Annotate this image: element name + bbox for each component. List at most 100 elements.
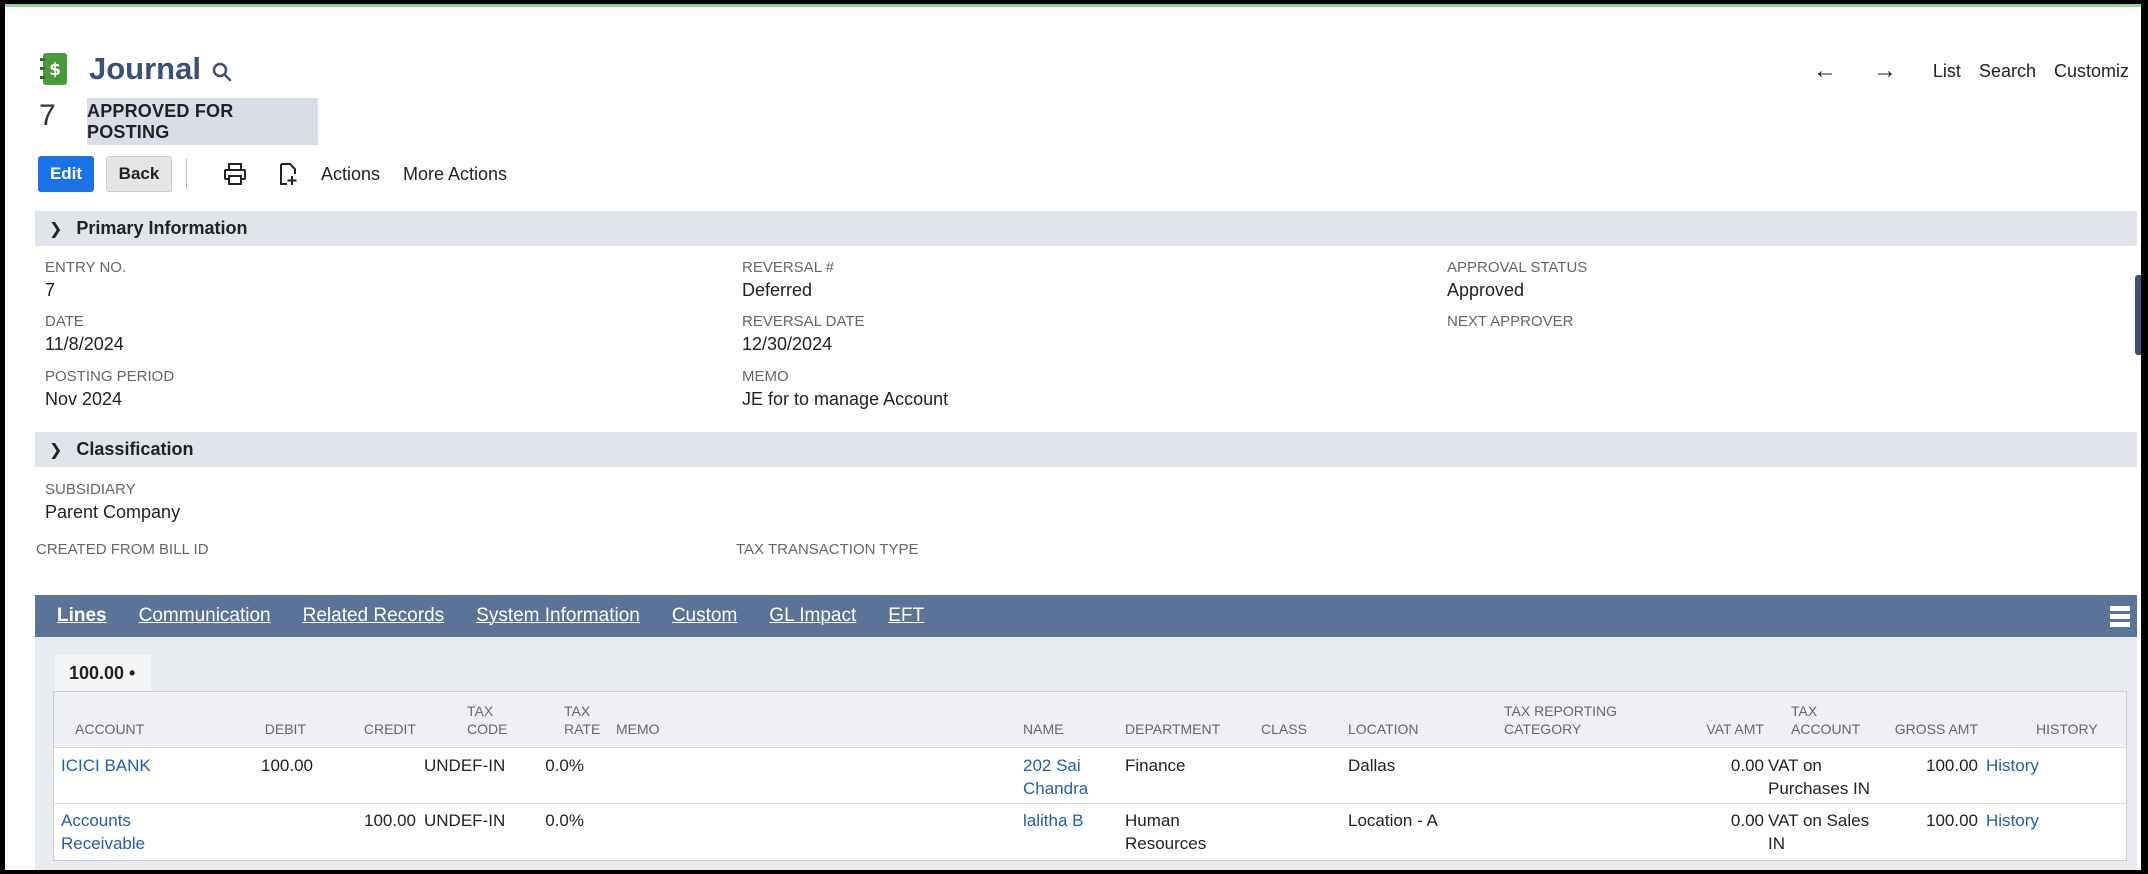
- journal-record-icon: $: [40, 53, 67, 85]
- col-class[interactable]: CLASS: [1261, 720, 1307, 738]
- hamburger-menu-icon[interactable]: [2109, 604, 2131, 628]
- approval-status-value: Approved: [1447, 280, 1525, 300]
- col-name[interactable]: NAME: [1023, 720, 1063, 738]
- gross-amt-cell: 100.00: [1926, 756, 1978, 775]
- tax-transaction-type-label: TAX TRANSACTION TYPE: [736, 541, 919, 558]
- location-cell: Dallas: [1348, 756, 1396, 775]
- name-link-line1: 202 Sai: [1023, 756, 1081, 775]
- tab-eft[interactable]: EFT: [888, 605, 924, 627]
- tab-lines[interactable]: Lines: [57, 605, 107, 627]
- col-memo[interactable]: MEMO: [616, 720, 660, 738]
- name-link[interactable]: lalitha B: [1023, 809, 1083, 832]
- department-line1: Finance: [1125, 756, 1186, 775]
- department-cell: Human Resources: [1125, 809, 1206, 855]
- print-icon[interactable]: [223, 162, 247, 186]
- col-tax-account-line2: ACCOUNT: [1791, 721, 1861, 737]
- col-history[interactable]: HISTORY: [2036, 720, 2098, 738]
- col-tax-code[interactable]: TAX CODE: [467, 702, 507, 738]
- col-tax-code-line2: CODE: [467, 721, 508, 737]
- department-line2: Resources: [1125, 834, 1207, 853]
- col-tax-reporting-line2: CATEGORY: [1504, 721, 1582, 737]
- account-link-line1: ICICI BANK: [61, 756, 151, 775]
- account-link-line1: Accounts: [61, 811, 131, 830]
- tax-account-cell: VAT on Purchases IN: [1768, 754, 1870, 800]
- col-debit[interactable]: DEBIT: [234, 720, 306, 738]
- col-tax-reporting-line1: TAX REPORTING: [1504, 703, 1618, 719]
- reversal-no-value: Deferred: [742, 280, 813, 300]
- tab-communication[interactable]: Communication: [139, 605, 271, 627]
- tax-account-line1: VAT on Sales: [1768, 811, 1870, 830]
- next-arrow-icon[interactable]: →: [1873, 59, 1897, 83]
- col-location[interactable]: LOCATION: [1348, 720, 1419, 738]
- tax-rate-cell: 0.0%: [545, 756, 584, 775]
- approval-status-label: APPROVAL STATUS: [1447, 259, 1588, 276]
- table-row[interactable]: ICICI BANK 100.00 UNDEF-IN 0.0% 202 Sai …: [54, 749, 2126, 803]
- status-badge: APPROVED FOR POSTING: [87, 98, 318, 145]
- reversal-date-value: 12/30/2024: [742, 334, 833, 354]
- credit-cell: 100.00: [364, 811, 416, 830]
- chevron-down-icon: ❯: [49, 220, 63, 238]
- col-tax-code-line1: TAX: [467, 703, 494, 719]
- col-tax-reporting-category[interactable]: TAX REPORTING CATEGORY: [1504, 702, 1617, 738]
- primary-information-section[interactable]: ❯ Primary Information: [35, 211, 2137, 246]
- reversal-no-label: REVERSAL #: [742, 259, 834, 276]
- lines-subtab-total[interactable]: 100.00 •: [55, 655, 151, 691]
- back-button[interactable]: Back: [106, 156, 172, 192]
- col-tax-rate-line1: TAX: [564, 703, 591, 719]
- previous-arrow-icon[interactable]: ←: [1813, 59, 1837, 83]
- tax-code-cell: UNDEF-IN: [424, 756, 506, 775]
- location-cell: Location - A: [1348, 811, 1438, 830]
- svg-text:$: $: [49, 60, 61, 80]
- subsidiary-label: SUBSIDIARY: [45, 481, 136, 498]
- tax-account-line2: IN: [1768, 834, 1785, 853]
- record-navigation: ← → List Search Customiz: [1795, 59, 2129, 83]
- app-window: $ Journal ← → List Search Customiz 7 APP…: [5, 4, 2141, 870]
- memo-value: JE for to manage Account: [742, 389, 949, 409]
- created-from-bill-label: CREATED FROM BILL ID: [36, 541, 209, 558]
- col-department[interactable]: DEPARTMENT: [1125, 720, 1220, 738]
- date-label: DATE: [45, 313, 84, 330]
- side-scroll-handle[interactable]: [2135, 275, 2141, 355]
- col-gross-amt[interactable]: GROSS AMT: [1874, 720, 1978, 738]
- list-link[interactable]: List: [1933, 61, 1961, 82]
- col-tax-rate[interactable]: TAX RATE: [564, 702, 600, 738]
- tax-account-line2: Purchases IN: [1768, 779, 1871, 798]
- name-link-line2: Chandra: [1023, 779, 1089, 798]
- tab-related-records[interactable]: Related Records: [303, 605, 445, 627]
- vat-amt-cell: 0.00: [1730, 756, 1764, 775]
- edit-button[interactable]: Edit: [38, 156, 94, 192]
- classification-section[interactable]: ❯ Classification: [35, 432, 2137, 467]
- new-document-icon[interactable]: [275, 162, 299, 186]
- col-account[interactable]: ACCOUNT: [75, 720, 144, 738]
- actions-menu[interactable]: Actions: [321, 164, 380, 185]
- section-title: Classification: [76, 439, 194, 459]
- account-link[interactable]: ICICI BANK: [61, 754, 151, 777]
- table-header: ACCOUNT DEBIT CREDIT TAX CODE TAX RATE M…: [54, 692, 2126, 748]
- col-tax-account[interactable]: TAX ACCOUNT: [1791, 702, 1860, 738]
- tax-account-cell: VAT on Sales IN: [1768, 809, 1869, 855]
- name-link[interactable]: 202 Sai Chandra: [1023, 754, 1088, 800]
- posting-period-label: POSTING PERIOD: [45, 368, 175, 385]
- search-icon[interactable]: [211, 61, 233, 83]
- history-link[interactable]: History: [1986, 809, 2039, 832]
- search-link[interactable]: Search: [1979, 61, 2036, 82]
- more-actions-menu[interactable]: More Actions: [403, 164, 507, 185]
- tab-system-information[interactable]: System Information: [476, 605, 640, 627]
- chevron-down-icon: ❯: [49, 441, 63, 459]
- lines-table: ACCOUNT DEBIT CREDIT TAX CODE TAX RATE M…: [53, 691, 2127, 861]
- department-cell: Finance: [1125, 754, 1185, 777]
- gross-amt-cell: 100.00: [1926, 811, 1978, 830]
- posting-period-value: Nov 2024: [45, 389, 123, 409]
- customize-link[interactable]: Customiz: [2054, 61, 2129, 82]
- col-credit[interactable]: CREDIT: [344, 720, 416, 738]
- table-row[interactable]: Accounts Receivable 100.00 UNDEF-IN 0.0%…: [54, 803, 2126, 857]
- account-link[interactable]: Accounts Receivable: [61, 809, 145, 855]
- section-title: Primary Information: [76, 218, 248, 238]
- history-link[interactable]: History: [1986, 754, 2039, 777]
- name-link-line1: lalitha B: [1023, 811, 1084, 830]
- col-vat-amt[interactable]: VAT AMT: [1678, 720, 1764, 738]
- tab-gl-impact[interactable]: GL Impact: [769, 605, 856, 627]
- tab-custom[interactable]: Custom: [672, 605, 737, 627]
- date-value: 11/8/2024: [45, 334, 124, 354]
- reversal-date-label: REVERSAL DATE: [742, 313, 865, 330]
